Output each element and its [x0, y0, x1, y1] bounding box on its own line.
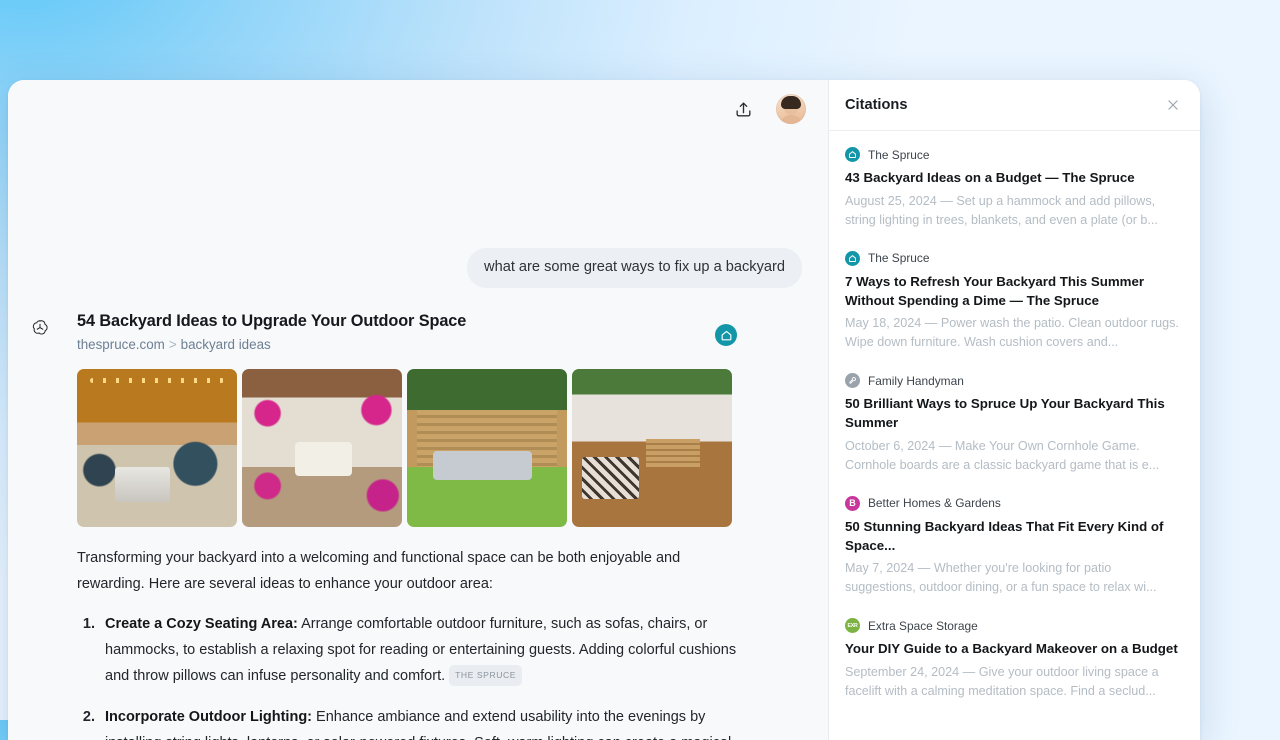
avatar-hair — [781, 96, 801, 109]
share-upload-icon[interactable] — [728, 94, 758, 124]
citation-item[interactable]: EXR Extra Space Storage Your DIY Guide t… — [845, 618, 1184, 701]
top-toolbar — [8, 80, 828, 138]
cushion-shape — [581, 457, 640, 499]
citation-source-name: Better Homes & Gardens — [868, 496, 1001, 511]
citations-list: The Spruce 43 Backyard Ideas on a Budget… — [829, 131, 1200, 701]
answer-body: 54 Backyard Ideas to Upgrade Your Outdoo… — [77, 312, 828, 740]
better-homes-gardens-b-icon: B — [845, 495, 860, 511]
breadcrumb-category: backyard ideas — [180, 337, 271, 352]
app-window: what are some great ways to fix up a bac… — [8, 80, 1200, 740]
user-avatar[interactable] — [776, 94, 806, 124]
thumbnail-image[interactable] — [572, 369, 732, 527]
citation-chip[interactable]: THE SPRUCE — [449, 665, 523, 686]
step-heading: Incorporate Outdoor Lighting: — [105, 708, 313, 725]
citation-source-row: EXR Extra Space Storage — [845, 618, 1184, 634]
breadcrumb-separator: > — [168, 337, 177, 352]
citation-source-row: Family Handyman — [845, 373, 1184, 389]
citations-title: Citations — [845, 97, 908, 113]
citation-snippet: May 7, 2024 — Whether you're looking for… — [845, 561, 1157, 595]
citation-source-row: The Spruce — [845, 250, 1184, 266]
thumbnail-image[interactable] — [77, 369, 237, 527]
article-title[interactable]: 54 Backyard Ideas to Upgrade Your Outdoo… — [77, 312, 744, 331]
citation-title: 7 Ways to Refresh Your Backyard This Sum… — [845, 273, 1145, 308]
user-message-row: what are some great ways to fix up a bac… — [467, 248, 802, 288]
the-spruce-house-icon — [845, 250, 860, 266]
citation-source-name: The Spruce — [868, 251, 930, 266]
article-breadcrumb[interactable]: thespruce.com > backyard ideas — [77, 337, 744, 352]
openai-logo-icon — [30, 318, 50, 338]
steps-list: Create a Cozy Seating Area: Arrange comf… — [77, 612, 744, 740]
citation-snippet: August 25, 2024 — Set up a hammock and a… — [845, 193, 1158, 227]
firepit-shape — [115, 466, 170, 502]
list-item: Create a Cozy Seating Area: Arrange comf… — [99, 612, 744, 690]
close-icon[interactable] — [1162, 94, 1184, 116]
list-item: Incorporate Outdoor Lighting: Enhance am… — [99, 705, 744, 740]
citation-source-row: The Spruce — [845, 147, 1184, 162]
step-heading: Create a Cozy Seating Area: — [105, 615, 298, 632]
sofa-shape — [432, 451, 532, 480]
citation-snippet: October 6, 2024 — Make Your Own Cornhole… — [845, 438, 1160, 472]
citation-item[interactable]: B Better Homes & Gardens 50 Stunning Bac… — [845, 495, 1184, 598]
citation-item[interactable]: The Spruce 43 Backyard Ideas on a Budget… — [845, 147, 1184, 230]
assistant-message: 54 Backyard Ideas to Upgrade Your Outdoo… — [30, 312, 828, 740]
thumbnail-image[interactable] — [242, 369, 402, 527]
article-domain: thespruce.com — [77, 337, 165, 352]
citation-item[interactable]: The Spruce 7 Ways to Refresh Your Backya… — [845, 250, 1184, 353]
citation-snippet: September 24, 2024 — Give your outdoor l… — [845, 665, 1159, 699]
citation-item[interactable]: Family Handyman 50 Brilliant Ways to Spr… — [845, 373, 1184, 475]
pallet-shape — [645, 438, 700, 467]
citation-title: 50 Brilliant Ways to Spruce Up Your Back… — [845, 396, 1165, 431]
citation-source-name: The Spruce — [868, 147, 930, 162]
intro-paragraph: Transforming your backyard into a welcom… — [77, 550, 681, 592]
citations-header: Citations — [829, 80, 1200, 131]
conversation-pane: what are some great ways to fix up a bac… — [8, 80, 828, 740]
the-spruce-house-icon — [715, 324, 737, 346]
citation-source-row: B Better Homes & Gardens — [845, 495, 1184, 511]
thumbnail-strip — [77, 369, 744, 527]
citation-source-name: Extra Space Storage — [868, 618, 978, 633]
user-message-bubble: what are some great ways to fix up a bac… — [467, 248, 802, 288]
avatar-body — [779, 115, 803, 124]
thumbnail-image[interactable] — [407, 369, 567, 527]
citation-source-name: Family Handyman — [868, 373, 964, 388]
swing-shape — [294, 441, 353, 477]
the-spruce-house-icon — [845, 147, 860, 162]
extra-space-storage-icon: EXR — [845, 618, 860, 634]
citations-panel: Citations The Spruce 43 Backyard Ideas o… — [828, 80, 1200, 740]
citation-title: 43 Backyard Ideas on a Budget — The Spru… — [845, 170, 1135, 185]
citation-snippet: May 18, 2024 — Power wash the patio. Cle… — [845, 316, 1179, 350]
citation-title: 50 Stunning Backyard Ideas That Fit Ever… — [845, 518, 1164, 553]
family-handyman-wrench-icon — [845, 373, 860, 389]
citation-title: Your DIY Guide to a Backyard Makeover on… — [845, 641, 1178, 657]
